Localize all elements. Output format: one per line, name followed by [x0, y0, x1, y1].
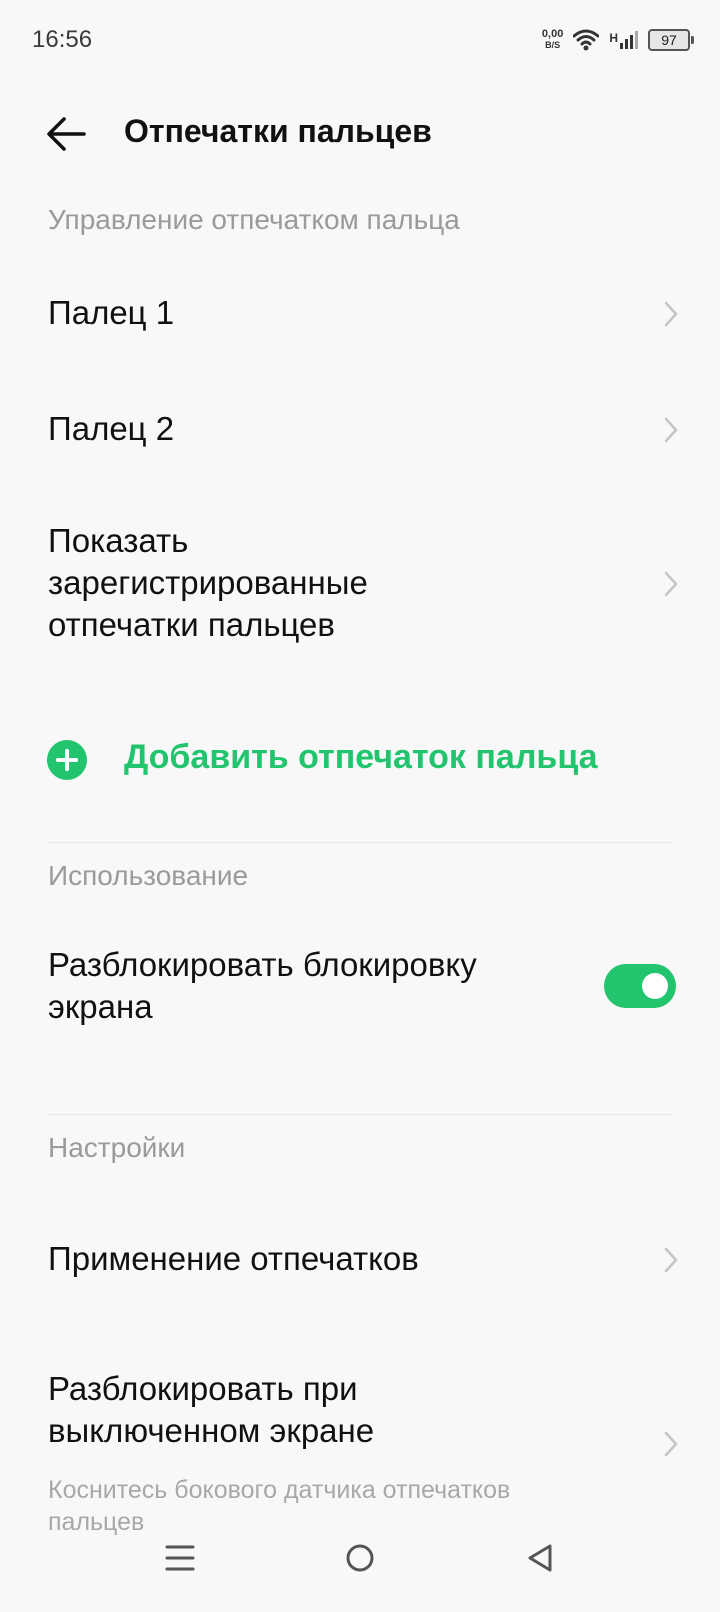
unlock-screen-item[interactable]: Разблокировать блокировку экрана — [0, 936, 720, 1036]
wifi-icon — [573, 29, 600, 51]
home-icon — [346, 1544, 374, 1572]
add-fingerprint-label: Добавить отпечаток пальца — [124, 738, 598, 776]
chevron-right-icon — [664, 417, 678, 443]
page-title: Отпечатки пальцев — [124, 113, 432, 149]
battery-icon: 97 — [648, 29, 694, 51]
status-bar: 16:56 0,00 B/S H 97 — [0, 0, 720, 80]
add-fingerprint-button[interactable]: Добавить отпечаток пальца — [0, 720, 720, 800]
unlock-screen-toggle[interactable] — [604, 964, 676, 1008]
toggle-knob — [642, 973, 668, 999]
apply-fingerprints-label: Применение отпечатков — [48, 1240, 419, 1277]
finger-2-label: Палец 2 — [48, 410, 175, 447]
menu-button[interactable] — [150, 1528, 210, 1588]
show-registered-item[interactable]: Показать зарегистрированные отпечатки па… — [0, 514, 720, 654]
status-time: 16:56 — [32, 26, 93, 53]
show-registered-label: Показать зарегистрированные отпечатки па… — [48, 522, 368, 643]
divider — [48, 842, 672, 843]
chevron-right-icon — [664, 301, 678, 327]
unlock-screen-off-label: Разблокировать при выключенном экране — [48, 1370, 375, 1449]
status-icons: 0,00 B/S H 97 — [542, 24, 694, 56]
apply-fingerprints-item[interactable]: Применение отпечатков — [0, 1210, 720, 1310]
net-speed-unit: B/S — [545, 40, 561, 50]
menu-icon — [165, 1545, 195, 1571]
section-management-title: Управление отпечатком пальца — [48, 204, 460, 235]
divider — [48, 1114, 672, 1115]
plus-circle-icon — [47, 740, 87, 780]
navigation-bar — [0, 1500, 720, 1612]
net-speed: 0,00 B/S — [542, 29, 563, 51]
section-usage-title: Использование — [48, 860, 249, 891]
finger-2-item[interactable]: Палец 2 — [0, 386, 720, 476]
home-button[interactable] — [330, 1528, 390, 1588]
section-settings-title: Настройки — [48, 1132, 186, 1163]
finger-1-item[interactable]: Палец 1 — [0, 270, 720, 360]
finger-1-label: Палец 1 — [48, 294, 175, 331]
chevron-right-icon — [664, 571, 678, 597]
unlock-screen-label: Разблокировать блокировку экрана — [48, 946, 477, 1025]
signal-icon: H — [609, 31, 638, 49]
unlock-screen-off-item[interactable]: Разблокировать при выключенном экране Ко… — [0, 1360, 720, 1536]
net-speed-value: 0,00 — [541, 28, 564, 40]
back-button[interactable] — [510, 1528, 570, 1588]
network-type: H — [609, 31, 618, 45]
back-arrow-icon[interactable] — [44, 112, 88, 156]
back-triangle-icon — [528, 1544, 552, 1572]
chevron-right-icon — [664, 1431, 678, 1457]
chevron-right-icon — [664, 1247, 678, 1273]
